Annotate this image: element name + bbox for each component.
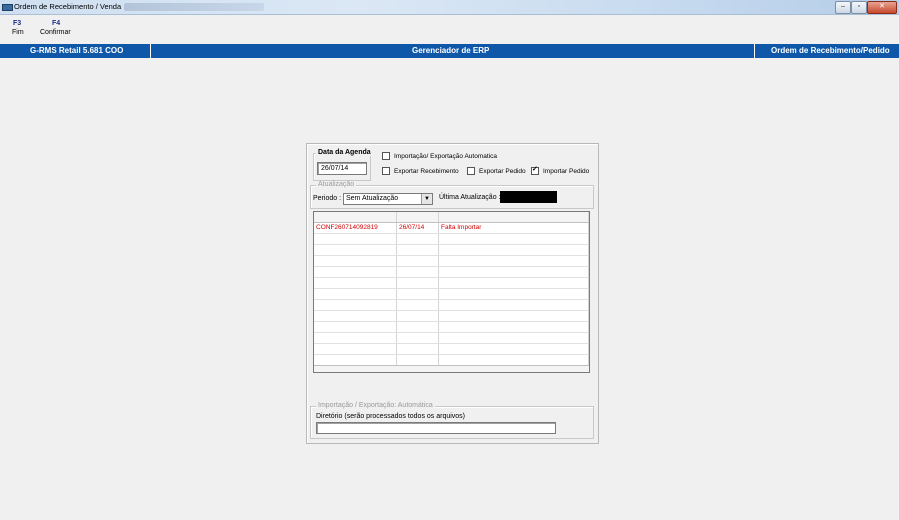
periodo-selected-value: Sem Atualização xyxy=(346,195,399,202)
checkbox-box xyxy=(467,167,475,175)
grid-cell-status: Falta Importar xyxy=(439,223,589,233)
f3-action-label: Fim xyxy=(12,29,24,36)
auto-section-title: Importação / Exportação: Automática xyxy=(316,402,435,409)
header-module-name: Gerenciador de ERP xyxy=(412,46,490,55)
ultima-atualizacao-value xyxy=(500,191,557,203)
grid-row-empty xyxy=(314,278,589,289)
minimize-button[interactable]: – xyxy=(835,1,851,14)
close-button[interactable]: ✕ xyxy=(867,1,897,14)
checkbox-label: Exportar Recebimento xyxy=(394,167,459,175)
auto-import-export-checkbox[interactable]: Importação/ Exportação Automatica xyxy=(382,152,497,160)
grid-header-cell[interactable] xyxy=(397,212,439,222)
grid-header xyxy=(314,212,589,223)
grid-cell-data: 26/07/14 xyxy=(397,223,439,233)
app-header-bar: G-RMS Retail 5.681 COO Gerenciador de ER… xyxy=(0,44,899,58)
header-divider xyxy=(150,44,151,58)
f4-action-label: Confirmar xyxy=(40,29,71,36)
header-divider xyxy=(754,44,755,58)
periodo-label: Periodo : xyxy=(313,195,342,202)
f4-confirmar-button[interactable]: F4 Confirmar xyxy=(40,20,71,36)
window-title: Ordem de Recebimento / Venda xyxy=(14,2,122,11)
grid-header-cell[interactable] xyxy=(439,212,589,222)
f3-fim-button[interactable]: F3 Fim xyxy=(12,20,24,36)
f3-key-label: F3 xyxy=(13,20,22,27)
grid-row-empty xyxy=(314,289,589,300)
grid-row-empty xyxy=(314,333,589,344)
grid-cell-codigo: CONF260714092819 xyxy=(314,223,397,233)
ultima-atualizacao-label: Última Atualização : xyxy=(439,194,501,201)
checkbox-label: Importar Pedido xyxy=(543,167,590,175)
atualizacao-group-title: Atualização xyxy=(316,181,357,188)
periodo-select[interactable]: Sem Atualização ▼ xyxy=(343,193,433,205)
checkbox-box xyxy=(382,152,390,160)
f4-key-label: F4 xyxy=(52,20,61,27)
checkbox-label: Importação/ Exportação Automatica xyxy=(394,152,497,160)
redacted-title-text xyxy=(124,3,264,11)
grid-row-empty xyxy=(314,322,589,333)
grid-horizontal-scrollbar[interactable] xyxy=(314,365,589,372)
atualizacao-group: Atualização Periodo : Sem Atualização ▼ … xyxy=(310,181,594,209)
checkbox-box xyxy=(382,167,390,175)
grid-row-empty xyxy=(314,311,589,322)
header-product-name: G-RMS Retail 5.681 COO xyxy=(30,46,124,55)
agenda-grid[interactable]: CONF260714092819 26/07/14 Falta Importar xyxy=(313,211,590,373)
auto-import-export-group: Importação / Exportação: Automática Dire… xyxy=(310,402,594,439)
header-screen-name: Ordem de Recebimento/Pedido xyxy=(771,46,890,55)
grid-row-empty xyxy=(314,256,589,267)
exportar-recebimento-checkbox[interactable]: Exportar Recebimento xyxy=(382,167,459,175)
grid-row-empty xyxy=(314,267,589,278)
maximize-button[interactable]: ▫ xyxy=(851,1,867,14)
diretorio-label: Diretório (serão processados todos os ar… xyxy=(316,413,466,420)
agenda-group-title: Data da Agenda xyxy=(316,149,373,156)
grid-row-empty xyxy=(314,300,589,311)
grid-row[interactable]: CONF260714092819 26/07/14 Falta Importar xyxy=(314,223,589,234)
title-bar: Ordem de Recebimento / Venda – ▫ ✕ xyxy=(0,0,899,15)
dropdown-arrow-icon[interactable]: ▼ xyxy=(421,194,432,204)
grid-row-empty xyxy=(314,344,589,355)
checkbox-box-checked xyxy=(531,165,539,175)
main-panel: Data da Agenda 26/07/14 Importação/ Expo… xyxy=(306,143,599,444)
exportar-pedido-checkbox[interactable]: Exportar Pedido xyxy=(467,167,526,175)
app-icon xyxy=(2,4,13,11)
importar-pedido-checkbox[interactable]: Importar Pedido xyxy=(531,165,590,175)
checkbox-label: Exportar Pedido xyxy=(479,167,526,175)
diretorio-input[interactable] xyxy=(316,422,556,434)
agenda-group: Data da Agenda 26/07/14 xyxy=(313,149,373,181)
grid-row-empty xyxy=(314,245,589,256)
agenda-date-input[interactable]: 26/07/14 xyxy=(317,162,367,175)
grid-header-cell[interactable] xyxy=(314,212,397,222)
grid-row-empty xyxy=(314,234,589,245)
